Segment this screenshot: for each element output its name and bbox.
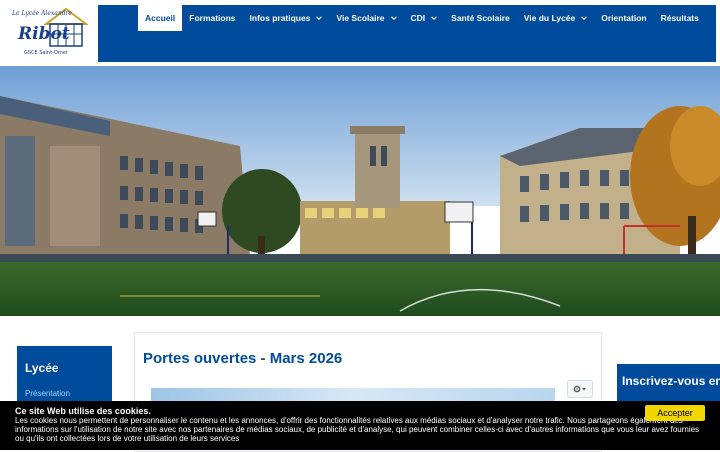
nav-item-vie-du-lyc-e[interactable]: Vie du Lycée [517,5,595,31]
sidebar-menu: Lycée Présentation [17,346,112,406]
nav-item-label: Vie Scolaire [336,13,385,23]
nav-item-label: Vie du Lycée [523,13,576,23]
nav-item-accueil[interactable]: Accueil [138,5,183,31]
nav-item-formations[interactable]: Formations [182,5,242,31]
accept-cookies-button[interactable]: Accepter [645,405,705,421]
nav-item-label: CDI [410,13,426,23]
site-header: Le Lycée Alexandre Ribot GSCE Saint-Omer… [0,0,720,66]
nav-item-label: Formations [189,13,236,23]
article-image [151,388,555,402]
registration-box[interactable]: Inscrivez-vous en [617,364,720,402]
chevron-down-icon [431,16,437,21]
main-navigation: Accueil Formations Infos pratiques Vie Scol… [98,5,716,62]
registration-title: Inscrivez-vous en [622,374,720,388]
chevron-down-icon [581,16,588,21]
chevron-down-icon [316,16,323,21]
site-logo[interactable]: Le Lycée Alexandre Ribot GSCE Saint-Omer [8,6,88,62]
article-tools-button[interactable] [567,380,593,398]
nav-item-label: Résultats [660,13,699,23]
hero-image [0,66,720,316]
logo-line-1: Le Lycée Alexandre [12,10,72,17]
cookie-title: Ce site Web utilise des cookies. [15,406,151,416]
sidebar-item-presentation[interactable]: Présentation [25,389,70,398]
school-building-photo [0,66,720,316]
nav-item-sant-scolaire[interactable]: Santé Scolaire [444,5,517,31]
logo-line-3: GSCE Saint-Omer [24,50,68,56]
nav-item-vie-scolaire[interactable]: Vie Scolaire [329,5,403,31]
nav-item-orientation[interactable]: Orientation [594,5,653,31]
article-title[interactable]: Portes ouvertes - Mars 2026 [143,350,342,367]
cookie-banner: Ce site Web utilise des cookies. Les coo… [0,401,720,450]
gear-icon [573,385,586,393]
logo-name: Ribot [18,24,70,44]
nav-item-cdi[interactable]: CDI [404,5,445,31]
nav-item-label: Orientation [601,13,647,23]
nav-item-label: Infos pratiques [249,13,311,23]
sidebar-title: Lycée [25,361,59,375]
cookie-text: Les cookies nous permettent de personnal… [15,416,700,443]
nav-item-label: Accueil [145,13,176,23]
nav-item-label: Santé Scolaire [451,13,510,23]
nav-items: Accueil Formations Infos pratiques Vie Scol… [138,5,706,31]
nav-item-infos-pratiques[interactable]: Infos pratiques [243,5,330,31]
chevron-down-icon [390,16,397,21]
nav-item-r-sultats[interactable]: Résultats [654,5,706,31]
